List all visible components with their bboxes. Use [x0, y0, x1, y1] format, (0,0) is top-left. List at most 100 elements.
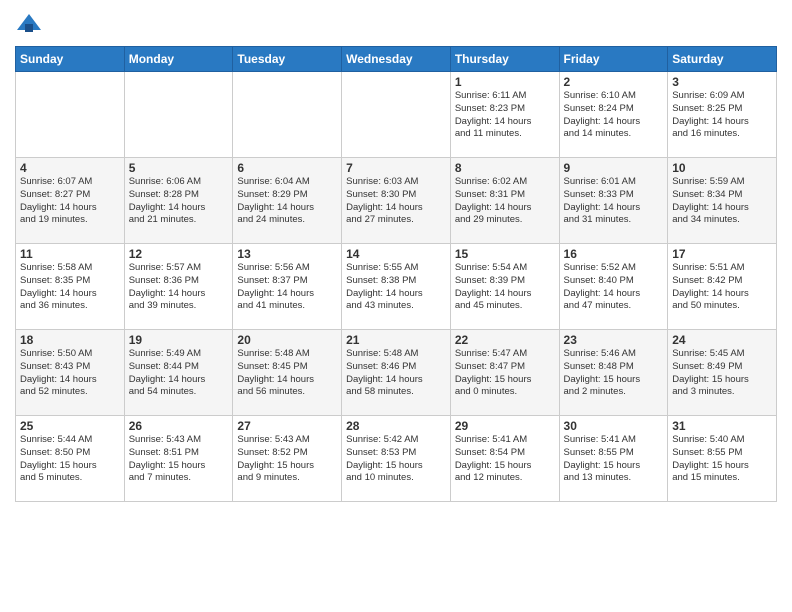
day-info: Sunrise: 6:02 AM Sunset: 8:31 PM Dayligh…: [455, 176, 555, 227]
day-info: Sunrise: 5:43 AM Sunset: 8:52 PM Dayligh…: [237, 434, 337, 485]
day-cell: 17Sunrise: 5:51 AM Sunset: 8:42 PM Dayli…: [668, 244, 777, 330]
day-info: Sunrise: 6:03 AM Sunset: 8:30 PM Dayligh…: [346, 176, 446, 227]
day-info: Sunrise: 5:52 AM Sunset: 8:40 PM Dayligh…: [564, 262, 664, 313]
day-info: Sunrise: 5:59 AM Sunset: 8:34 PM Dayligh…: [672, 176, 772, 227]
day-cell: 20Sunrise: 5:48 AM Sunset: 8:45 PM Dayli…: [233, 330, 342, 416]
week-row-1: 1Sunrise: 6:11 AM Sunset: 8:23 PM Daylig…: [16, 72, 777, 158]
day-info: Sunrise: 5:41 AM Sunset: 8:55 PM Dayligh…: [564, 434, 664, 485]
day-number: 6: [237, 161, 337, 175]
day-info: Sunrise: 5:40 AM Sunset: 8:55 PM Dayligh…: [672, 434, 772, 485]
day-cell: 21Sunrise: 5:48 AM Sunset: 8:46 PM Dayli…: [342, 330, 451, 416]
day-number: 2: [564, 75, 664, 89]
day-cell: 25Sunrise: 5:44 AM Sunset: 8:50 PM Dayli…: [16, 416, 125, 502]
header-day-tuesday: Tuesday: [233, 47, 342, 72]
header-day-friday: Friday: [559, 47, 668, 72]
day-cell: 23Sunrise: 5:46 AM Sunset: 8:48 PM Dayli…: [559, 330, 668, 416]
day-cell: [233, 72, 342, 158]
day-number: 22: [455, 333, 555, 347]
day-cell: 4Sunrise: 6:07 AM Sunset: 8:27 PM Daylig…: [16, 158, 125, 244]
day-cell: [16, 72, 125, 158]
day-info: Sunrise: 6:11 AM Sunset: 8:23 PM Dayligh…: [455, 90, 555, 141]
day-cell: [124, 72, 233, 158]
day-cell: 30Sunrise: 5:41 AM Sunset: 8:55 PM Dayli…: [559, 416, 668, 502]
day-number: 4: [20, 161, 120, 175]
day-cell: 15Sunrise: 5:54 AM Sunset: 8:39 PM Dayli…: [450, 244, 559, 330]
day-number: 18: [20, 333, 120, 347]
day-number: 7: [346, 161, 446, 175]
day-cell: 16Sunrise: 5:52 AM Sunset: 8:40 PM Dayli…: [559, 244, 668, 330]
week-row-4: 18Sunrise: 5:50 AM Sunset: 8:43 PM Dayli…: [16, 330, 777, 416]
day-cell: 19Sunrise: 5:49 AM Sunset: 8:44 PM Dayli…: [124, 330, 233, 416]
day-cell: 2Sunrise: 6:10 AM Sunset: 8:24 PM Daylig…: [559, 72, 668, 158]
day-number: 11: [20, 247, 120, 261]
day-info: Sunrise: 5:44 AM Sunset: 8:50 PM Dayligh…: [20, 434, 120, 485]
day-info: Sunrise: 5:46 AM Sunset: 8:48 PM Dayligh…: [564, 348, 664, 399]
day-info: Sunrise: 5:56 AM Sunset: 8:37 PM Dayligh…: [237, 262, 337, 313]
day-number: 24: [672, 333, 772, 347]
day-cell: 3Sunrise: 6:09 AM Sunset: 8:25 PM Daylig…: [668, 72, 777, 158]
day-number: 5: [129, 161, 229, 175]
day-number: 31: [672, 419, 772, 433]
day-info: Sunrise: 6:01 AM Sunset: 8:33 PM Dayligh…: [564, 176, 664, 227]
day-number: 16: [564, 247, 664, 261]
logo: [15, 10, 45, 38]
day-cell: 24Sunrise: 5:45 AM Sunset: 8:49 PM Dayli…: [668, 330, 777, 416]
day-info: Sunrise: 6:07 AM Sunset: 8:27 PM Dayligh…: [20, 176, 120, 227]
day-number: 8: [455, 161, 555, 175]
day-info: Sunrise: 5:42 AM Sunset: 8:53 PM Dayligh…: [346, 434, 446, 485]
day-number: 27: [237, 419, 337, 433]
calendar-header-row: SundayMondayTuesdayWednesdayThursdayFrid…: [16, 47, 777, 72]
day-number: 12: [129, 247, 229, 261]
day-number: 19: [129, 333, 229, 347]
day-info: Sunrise: 6:04 AM Sunset: 8:29 PM Dayligh…: [237, 176, 337, 227]
day-number: 28: [346, 419, 446, 433]
day-number: 1: [455, 75, 555, 89]
header-day-saturday: Saturday: [668, 47, 777, 72]
day-info: Sunrise: 5:47 AM Sunset: 8:47 PM Dayligh…: [455, 348, 555, 399]
day-info: Sunrise: 5:45 AM Sunset: 8:49 PM Dayligh…: [672, 348, 772, 399]
day-info: Sunrise: 5:50 AM Sunset: 8:43 PM Dayligh…: [20, 348, 120, 399]
day-cell: 5Sunrise: 6:06 AM Sunset: 8:28 PM Daylig…: [124, 158, 233, 244]
header: [15, 10, 777, 38]
day-cell: 9Sunrise: 6:01 AM Sunset: 8:33 PM Daylig…: [559, 158, 668, 244]
day-cell: 13Sunrise: 5:56 AM Sunset: 8:37 PM Dayli…: [233, 244, 342, 330]
day-info: Sunrise: 5:41 AM Sunset: 8:54 PM Dayligh…: [455, 434, 555, 485]
day-cell: 22Sunrise: 5:47 AM Sunset: 8:47 PM Dayli…: [450, 330, 559, 416]
day-number: 3: [672, 75, 772, 89]
page: SundayMondayTuesdayWednesdayThursdayFrid…: [0, 0, 792, 612]
day-cell: 1Sunrise: 6:11 AM Sunset: 8:23 PM Daylig…: [450, 72, 559, 158]
day-info: Sunrise: 6:09 AM Sunset: 8:25 PM Dayligh…: [672, 90, 772, 141]
day-number: 17: [672, 247, 772, 261]
calendar-table: SundayMondayTuesdayWednesdayThursdayFrid…: [15, 46, 777, 502]
day-cell: 27Sunrise: 5:43 AM Sunset: 8:52 PM Dayli…: [233, 416, 342, 502]
day-cell: 7Sunrise: 6:03 AM Sunset: 8:30 PM Daylig…: [342, 158, 451, 244]
day-cell: 28Sunrise: 5:42 AM Sunset: 8:53 PM Dayli…: [342, 416, 451, 502]
day-number: 25: [20, 419, 120, 433]
logo-icon: [15, 10, 43, 38]
day-cell: 26Sunrise: 5:43 AM Sunset: 8:51 PM Dayli…: [124, 416, 233, 502]
day-cell: [342, 72, 451, 158]
header-day-sunday: Sunday: [16, 47, 125, 72]
week-row-5: 25Sunrise: 5:44 AM Sunset: 8:50 PM Dayli…: [16, 416, 777, 502]
day-info: Sunrise: 5:48 AM Sunset: 8:45 PM Dayligh…: [237, 348, 337, 399]
day-cell: 29Sunrise: 5:41 AM Sunset: 8:54 PM Dayli…: [450, 416, 559, 502]
day-info: Sunrise: 5:51 AM Sunset: 8:42 PM Dayligh…: [672, 262, 772, 313]
day-cell: 8Sunrise: 6:02 AM Sunset: 8:31 PM Daylig…: [450, 158, 559, 244]
day-info: Sunrise: 5:54 AM Sunset: 8:39 PM Dayligh…: [455, 262, 555, 313]
day-info: Sunrise: 5:48 AM Sunset: 8:46 PM Dayligh…: [346, 348, 446, 399]
day-number: 15: [455, 247, 555, 261]
day-number: 10: [672, 161, 772, 175]
header-day-thursday: Thursday: [450, 47, 559, 72]
day-info: Sunrise: 5:49 AM Sunset: 8:44 PM Dayligh…: [129, 348, 229, 399]
day-number: 9: [564, 161, 664, 175]
header-day-monday: Monday: [124, 47, 233, 72]
day-cell: 11Sunrise: 5:58 AM Sunset: 8:35 PM Dayli…: [16, 244, 125, 330]
day-cell: 6Sunrise: 6:04 AM Sunset: 8:29 PM Daylig…: [233, 158, 342, 244]
day-cell: 31Sunrise: 5:40 AM Sunset: 8:55 PM Dayli…: [668, 416, 777, 502]
day-number: 23: [564, 333, 664, 347]
day-info: Sunrise: 5:55 AM Sunset: 8:38 PM Dayligh…: [346, 262, 446, 313]
day-cell: 10Sunrise: 5:59 AM Sunset: 8:34 PM Dayli…: [668, 158, 777, 244]
day-info: Sunrise: 5:43 AM Sunset: 8:51 PM Dayligh…: [129, 434, 229, 485]
day-info: Sunrise: 6:06 AM Sunset: 8:28 PM Dayligh…: [129, 176, 229, 227]
day-number: 13: [237, 247, 337, 261]
